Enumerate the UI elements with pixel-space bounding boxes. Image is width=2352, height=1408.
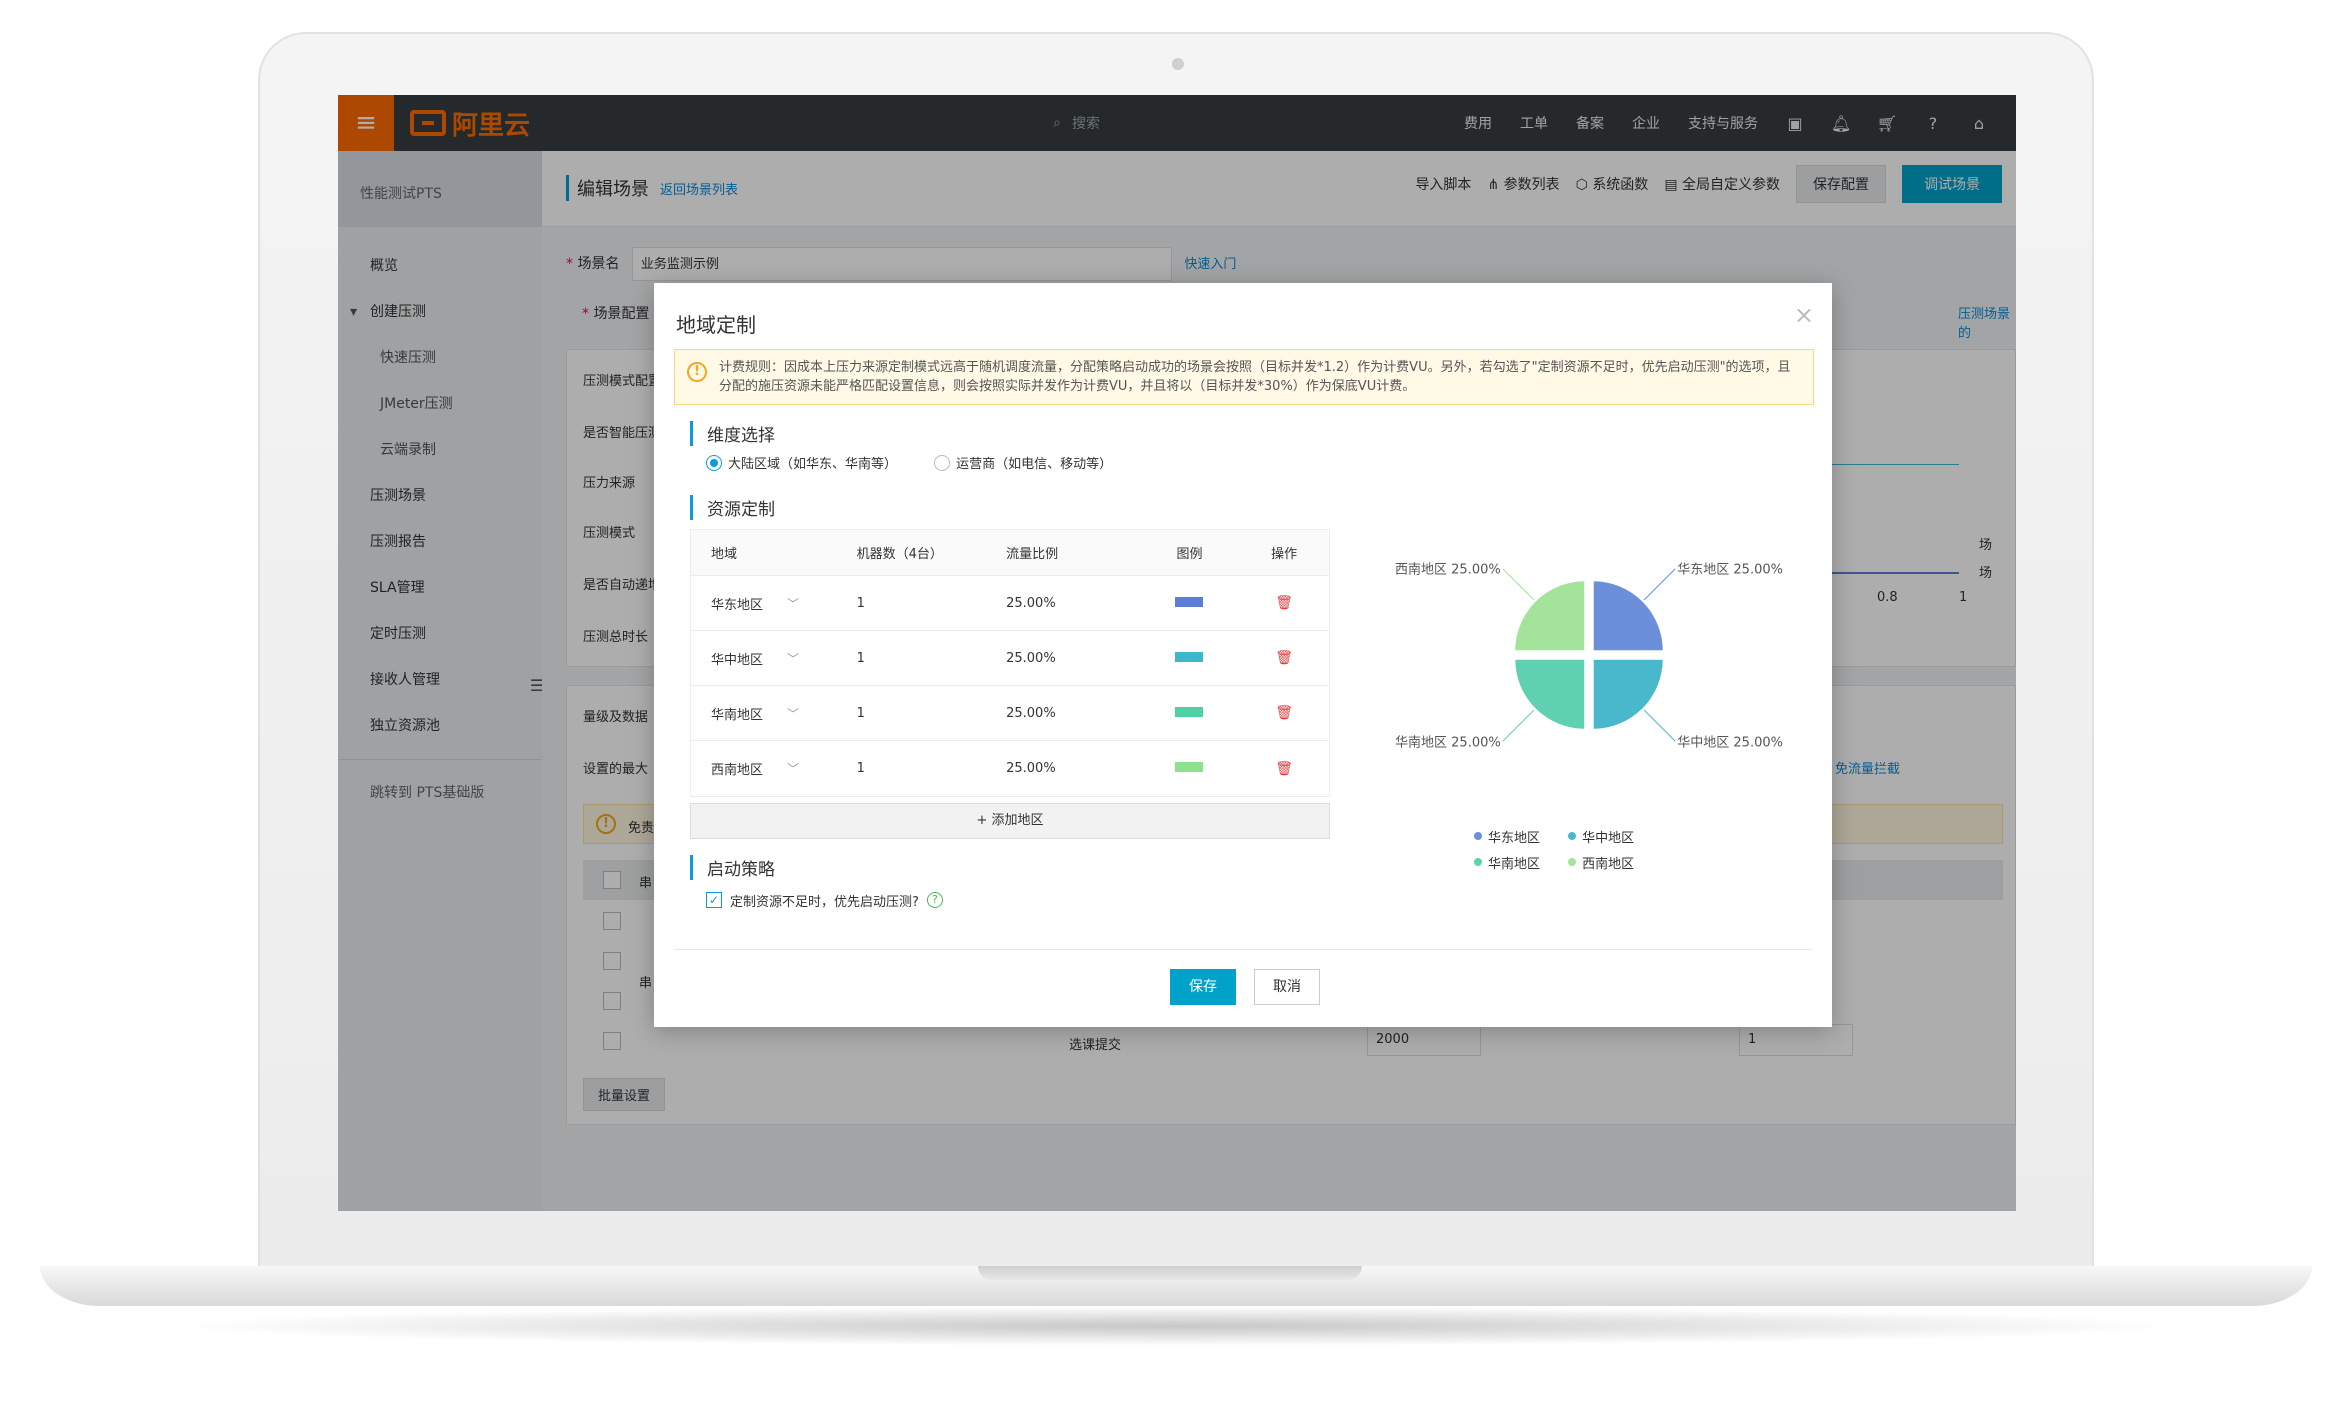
trash-icon: 🗑︎ <box>1275 650 1294 666</box>
trash-icon: 🗑︎ <box>1275 760 1294 777</box>
strategy-section-title: 启动策略 <box>690 855 775 880</box>
legend-swatch <box>1175 596 1204 607</box>
col-actions: 操作 <box>1271 547 1298 562</box>
pie-leader-line <box>1502 568 1535 601</box>
region-select-value: 华东地区 <box>711 597 764 613</box>
laptop-shadow <box>160 1306 2192 1346</box>
modal-title: 地域定制 <box>676 313 756 337</box>
radio-region-label: 大陆区域（如华东、华南等） <box>728 457 898 472</box>
col-ratio: 流量比例 <box>1006 547 1059 562</box>
machines-value[interactable]: 1 <box>841 596 991 611</box>
trash-icon: 🗑︎ <box>1275 705 1294 721</box>
region-select-value: 华中地区 <box>711 652 764 668</box>
modal-divider <box>674 949 1812 950</box>
camera <box>1172 58 1184 70</box>
info-icon: ! <box>687 362 707 382</box>
ratio-value: 25.00% <box>1006 595 1056 611</box>
machines-value[interactable]: 1 <box>841 651 991 666</box>
pie-data-label: 华中地区 25.00% <box>1677 735 1783 750</box>
col-machines: 机器数（4台） <box>856 547 943 562</box>
check-icon: ✓ <box>706 892 722 908</box>
pie-data-label: 华南地区 25.00% <box>1395 734 1501 750</box>
region-select[interactable]: 华中地区 ﹀ <box>691 649 841 668</box>
chevron-down-icon: ﹀ <box>787 651 800 666</box>
legend-dot <box>1568 858 1577 866</box>
machines-value[interactable]: 1 <box>841 706 991 721</box>
legend-dot <box>1568 832 1577 840</box>
ratio-value: 25.00% <box>1006 705 1056 721</box>
legend-swatch <box>1175 651 1204 662</box>
pie-data-label: 华东地区 25.00% <box>1677 563 1783 578</box>
legend-swatch-cell <box>1140 596 1240 611</box>
legend-label: 华东地区 <box>1488 830 1541 846</box>
region-select[interactable]: 西南地区 ﹀ <box>691 759 841 778</box>
close-icon[interactable]: × <box>1794 301 1814 329</box>
delete-button[interactable]: 🗑︎ <box>1239 650 1329 666</box>
radio-region-dot <box>706 454 722 471</box>
region-select-value: 西南地区 <box>711 763 764 778</box>
region-custom-modal: 地域定制 × ! 计费规则：因成本上压力来源定制模式远高于随机调度流量，分配策略… <box>654 283 1832 1027</box>
table-row: 华南地区 ﹀ 1 25.00% 🗑︎ <box>691 686 1329 741</box>
delete-button[interactable]: 🗑︎ <box>1239 705 1329 721</box>
region-select-value: 华南地区 <box>711 707 764 723</box>
dimension-section-title: 维度选择 <box>690 421 775 446</box>
col-legend: 图例 <box>1176 547 1203 562</box>
question-icon[interactable]: ? <box>926 892 943 908</box>
pie-leader-line <box>1643 709 1676 742</box>
legend-item[interactable]: 西南地区 <box>1568 849 1658 875</box>
ratio-value: 25.00% <box>1006 650 1056 666</box>
region-select[interactable]: 华南地区 ﹀ <box>691 704 841 723</box>
legend-item[interactable]: 华中地区 <box>1568 823 1658 849</box>
region-table: 地域 机器数（4台） 流量比例 图例 操作 华东地区 ﹀ 1 25.00% 🗑︎ … <box>690 529 1330 797</box>
radio-isp-dot <box>934 454 951 471</box>
pie-leader-line <box>1502 709 1535 742</box>
legend-dot <box>1474 858 1482 866</box>
laptop-notch <box>978 1266 1362 1280</box>
chevron-down-icon: ﹀ <box>787 762 800 776</box>
billing-notice-text: 计费规则：因成本上压力来源定制模式远高于随机调度流量，分配策略启动成功的场景会按… <box>719 360 1791 394</box>
legend-swatch-cell <box>1140 651 1240 666</box>
col-region: 地域 <box>711 547 738 562</box>
delete-button[interactable]: 🗑︎ <box>1239 595 1329 611</box>
legend-label: 华南地区 <box>1488 856 1541 872</box>
add-region-button[interactable]: + 添加地区 <box>690 803 1330 839</box>
legend-swatch-cell <box>1140 706 1240 721</box>
pie-data-label: 西南地区 25.00% <box>1395 562 1501 578</box>
legend-item[interactable]: 华东地区 <box>1474 823 1564 849</box>
region-select[interactable]: 华东地区 ﹀ <box>691 594 841 613</box>
machines-value[interactable]: 1 <box>841 761 991 776</box>
legend-label: 华中地区 <box>1582 830 1635 846</box>
pie-legend: 华东地区 华中地区 华南地区 西南地区 <box>1474 823 1674 875</box>
pie-leader-line <box>1643 568 1676 601</box>
resource-section-title: 资源定制 <box>690 495 775 520</box>
cancel-button[interactable]: 取消 <box>1254 969 1320 1005</box>
legend-swatch <box>1175 762 1204 772</box>
legend-swatch <box>1175 706 1204 717</box>
radio-isp[interactable]: 运营商（如电信、移动等） <box>934 453 1112 472</box>
ratio-value: 25.00% <box>1006 761 1056 776</box>
legend-item[interactable]: 华南地区 <box>1474 849 1564 875</box>
table-row: 华中地区 ﹀ 1 25.00% 🗑︎ <box>691 631 1329 686</box>
chevron-down-icon: ﹀ <box>787 596 800 611</box>
table-row: 西南地区 ﹀ 1 25.00% 🗑︎ <box>691 741 1329 796</box>
chevron-down-icon: ﹀ <box>787 706 800 721</box>
dimension-radio-group: 大陆区域（如华东、华南等） 运营商（如电信、移动等） <box>706 453 1144 475</box>
priority-start-checkbox[interactable]: ✓ 定制资源不足时，优先启动压测? ? <box>706 891 943 910</box>
region-table-header: 地域 机器数（4台） 流量比例 图例 操作 <box>691 530 1329 576</box>
legend-dot <box>1474 832 1482 840</box>
legend-swatch-cell <box>1140 761 1240 776</box>
strategy-option: ✓ 定制资源不足时，优先启动压测? ? <box>706 889 943 910</box>
billing-notice: ! 计费规则：因成本上压力来源定制模式远高于随机调度流量，分配策略启动成功的场景… <box>674 349 1814 405</box>
trash-icon: 🗑︎ <box>1275 595 1294 611</box>
table-row: 华东地区 ﹀ 1 25.00% 🗑︎ <box>691 576 1329 631</box>
legend-label: 西南地区 <box>1582 856 1635 872</box>
delete-button[interactable]: 🗑︎ <box>1239 761 1329 777</box>
priority-start-label: 定制资源不足时，优先启动压测? <box>730 894 919 910</box>
save-button[interactable]: 保存 <box>1170 969 1236 1005</box>
radio-region[interactable]: 大陆区域（如华东、华南等） <box>706 453 897 472</box>
screen: ≡ 阿里云 ⌕ 搜索 费用 工单 备案 企业 支持与服务 ▣ 🔔︎ 🛒︎ ? ⌂… <box>338 95 2016 1211</box>
radio-isp-label: 运营商（如电信、移动等） <box>956 457 1113 472</box>
